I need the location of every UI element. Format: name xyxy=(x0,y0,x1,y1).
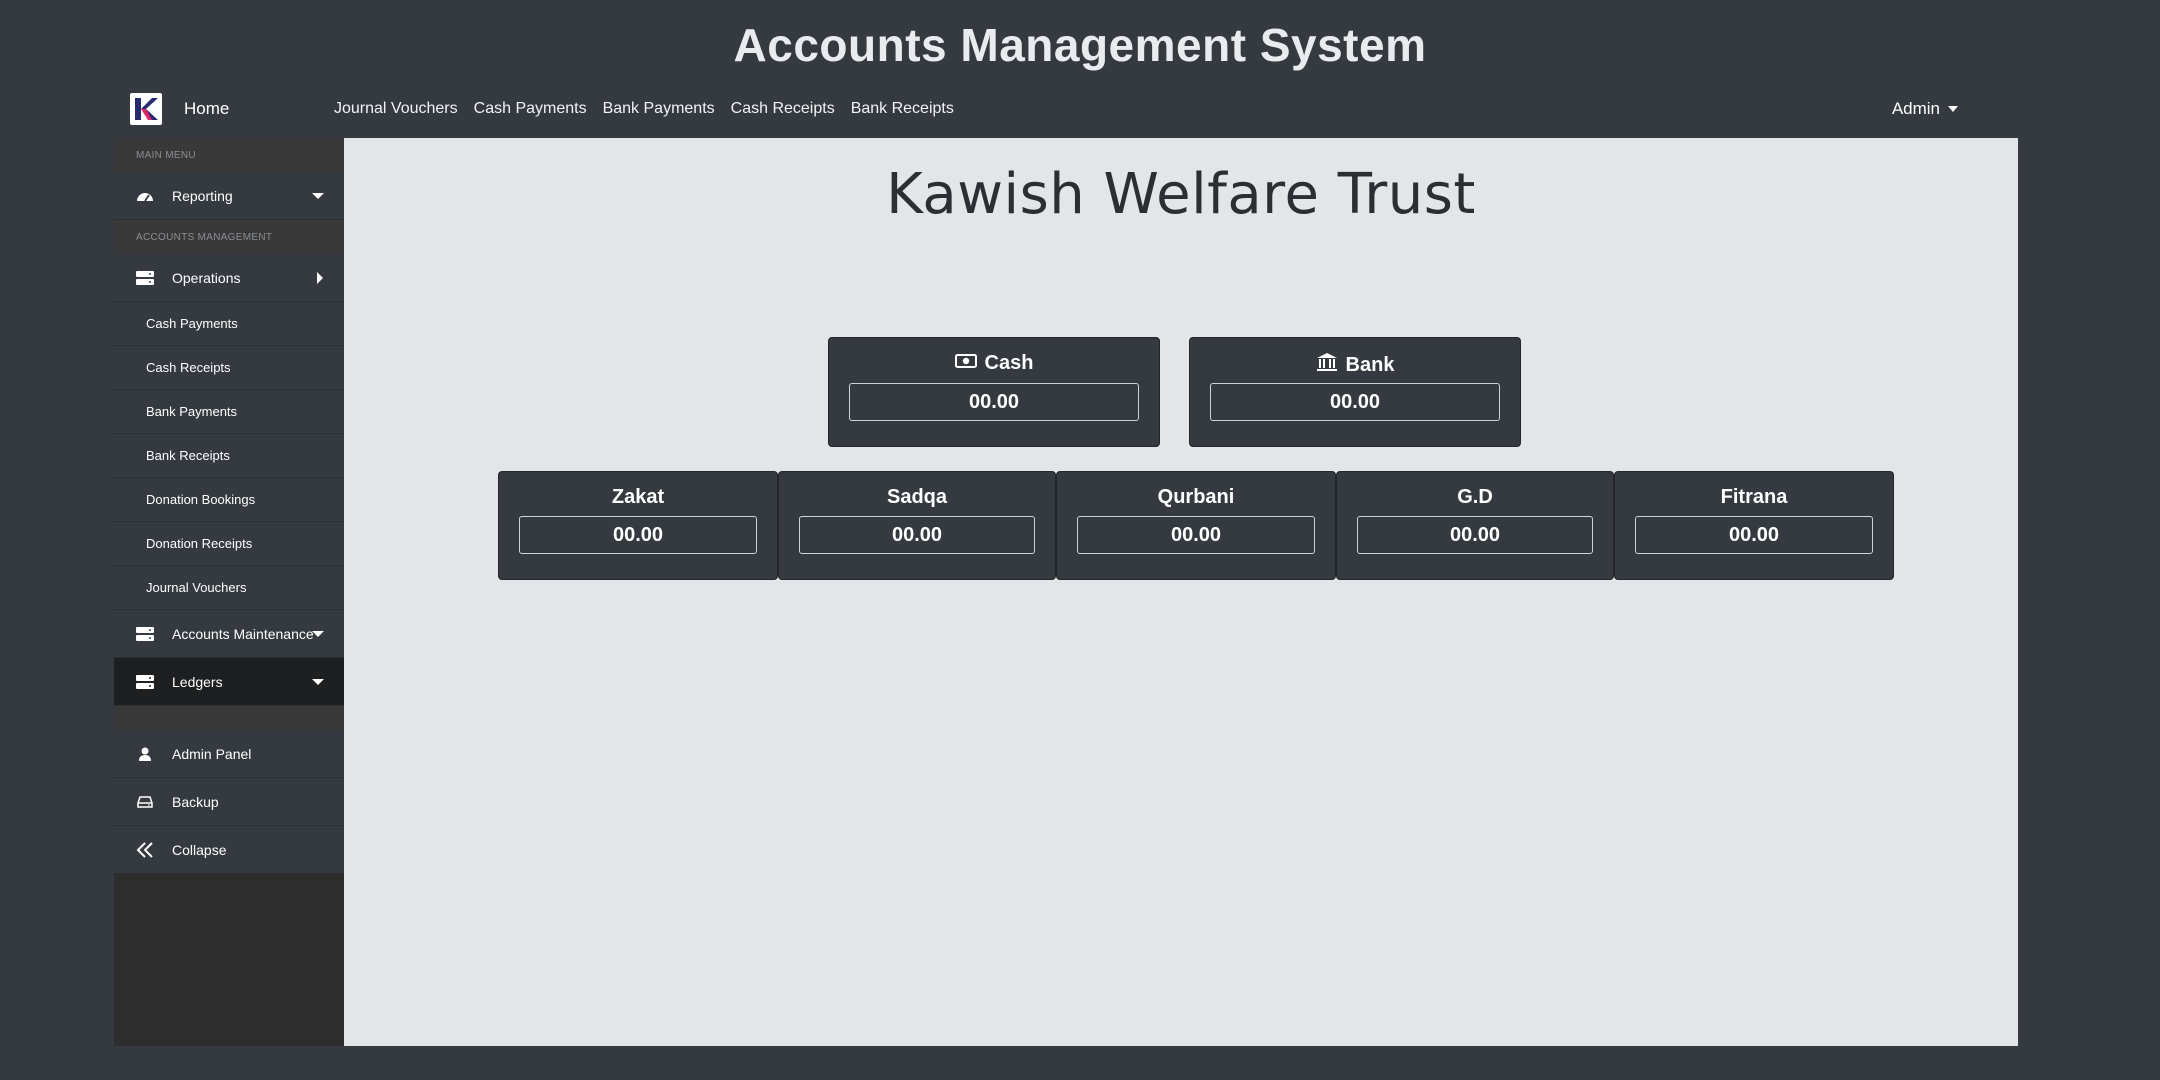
zakat-card: Zakat 00.00 xyxy=(498,471,778,580)
server-icon xyxy=(136,626,154,641)
nav-links: Journal Vouchers Cash Payments Bank Paym… xyxy=(334,100,970,118)
sidebar-item-label: Admin Panel xyxy=(172,745,252,762)
sidebar-subitem-cash-receipts[interactable]: Cash Receipts xyxy=(114,346,344,390)
nav-bank-payments[interactable]: Bank Payments xyxy=(603,100,715,118)
card-label: Cash xyxy=(984,352,1034,374)
card-label: Qurbani xyxy=(1157,486,1235,508)
qurbani-value: 00.00 xyxy=(1077,516,1315,554)
bank-balance-card: Bank 00.00 xyxy=(1189,337,1521,447)
fitrana-value: 00.00 xyxy=(1635,516,1873,554)
card-label: Sadqa xyxy=(886,486,948,508)
gd-card: G.D 00.00 xyxy=(1336,471,1614,580)
sidebar-subitem-donation-receipts[interactable]: Donation Receipts xyxy=(114,522,344,566)
sadqa-value: 00.00 xyxy=(799,516,1035,554)
top-navbar: Home Journal Vouchers Cash Payments Bank… xyxy=(114,92,2018,126)
main-content: Kawish Welfare Trust Cash 00.00 Bank 00.… xyxy=(344,138,2018,1046)
nav-bank-receipts[interactable]: Bank Receipts xyxy=(851,100,954,118)
sidebar-item-label: Reporting xyxy=(172,187,233,204)
card-title: Cash xyxy=(829,352,1159,375)
nav-cash-payments[interactable]: Cash Payments xyxy=(474,100,587,118)
sidebar-item-collapse[interactable]: Collapse xyxy=(114,826,344,874)
caret-down-icon xyxy=(312,678,324,685)
app-title: Accounts Management System xyxy=(733,19,1427,71)
sidebar-subitem-bank-receipts[interactable]: Bank Receipts xyxy=(114,434,344,478)
card-title: Bank xyxy=(1190,352,1520,378)
sidebar-item-label: Ledgers xyxy=(172,673,223,690)
sidebar-subitem-journal-vouchers[interactable]: Journal Vouchers xyxy=(114,566,344,610)
dashboard-icon xyxy=(136,189,154,203)
nav-journal-vouchers[interactable]: Journal Vouchers xyxy=(334,100,458,118)
caret-right-icon xyxy=(317,271,323,284)
sidebar-divider xyxy=(114,706,344,730)
card-label: G.D xyxy=(1457,486,1493,508)
card-label: Fitrana xyxy=(1720,486,1788,508)
bank-icon xyxy=(1316,352,1338,378)
sidebar-item-operations[interactable]: Operations xyxy=(114,254,344,302)
sidebar-heading-main-menu: MAIN MENU xyxy=(114,138,344,172)
cash-balance-card: Cash 00.00 xyxy=(828,337,1160,447)
sidebar-subitem-bank-payments[interactable]: Bank Payments xyxy=(114,390,344,434)
money-bill-icon xyxy=(954,352,977,375)
double-chevron-left-icon xyxy=(136,841,154,858)
zakat-value: 00.00 xyxy=(519,516,757,554)
sidebar-heading-accounts-management: ACCOUNTS MANAGEMENT xyxy=(114,220,344,254)
sidebar-item-admin-panel[interactable]: Admin Panel xyxy=(114,730,344,778)
bank-balance-value: 00.00 xyxy=(1210,383,1500,421)
sidebar-subitem-donation-bookings[interactable]: Donation Bookings xyxy=(114,478,344,522)
user-menu-label: Admin xyxy=(1891,99,1940,118)
sidebar-subitem-cash-payments[interactable]: Cash Payments xyxy=(114,302,344,346)
user-menu[interactable]: Admin xyxy=(1892,99,1958,119)
sidebar-item-label: Collapse xyxy=(172,841,227,858)
sadqa-card: Sadqa 00.00 xyxy=(778,471,1056,580)
sidebar-item-label: Accounts Maintenance xyxy=(172,625,314,642)
qurbani-card: Qurbani 00.00 xyxy=(1056,471,1336,580)
server-icon xyxy=(136,270,154,285)
chevron-down-icon xyxy=(1948,106,1958,112)
sidebar-item-backup[interactable]: Backup xyxy=(114,778,344,826)
caret-down-icon xyxy=(312,630,324,637)
cash-balance-value: 00.00 xyxy=(849,383,1139,421)
gd-value: 00.00 xyxy=(1357,516,1593,554)
brand-logo[interactable] xyxy=(130,93,162,125)
fitrana-card: Fitrana 00.00 xyxy=(1614,471,1894,580)
server-icon xyxy=(136,674,154,689)
caret-down-icon xyxy=(312,192,324,199)
sidebar-item-label: Backup xyxy=(172,793,219,810)
home-link[interactable]: Home xyxy=(184,99,334,119)
nav-cash-receipts[interactable]: Cash Receipts xyxy=(731,100,835,118)
card-label: Bank xyxy=(1345,353,1395,376)
sidebar-item-ledgers[interactable]: Ledgers xyxy=(114,658,344,706)
hdd-icon xyxy=(136,795,154,809)
card-label: Zakat xyxy=(611,486,665,508)
user-icon xyxy=(136,747,154,761)
sidebar-item-reporting[interactable]: Reporting xyxy=(114,172,344,220)
page-title: Kawish Welfare Trust xyxy=(886,162,1476,227)
sidebar: MAIN MENU Reporting ACCOUNTS MANAGEMENT … xyxy=(114,138,344,1046)
sidebar-item-accounts-maintenance[interactable]: Accounts Maintenance xyxy=(114,610,344,658)
sidebar-item-label: Operations xyxy=(172,269,241,286)
